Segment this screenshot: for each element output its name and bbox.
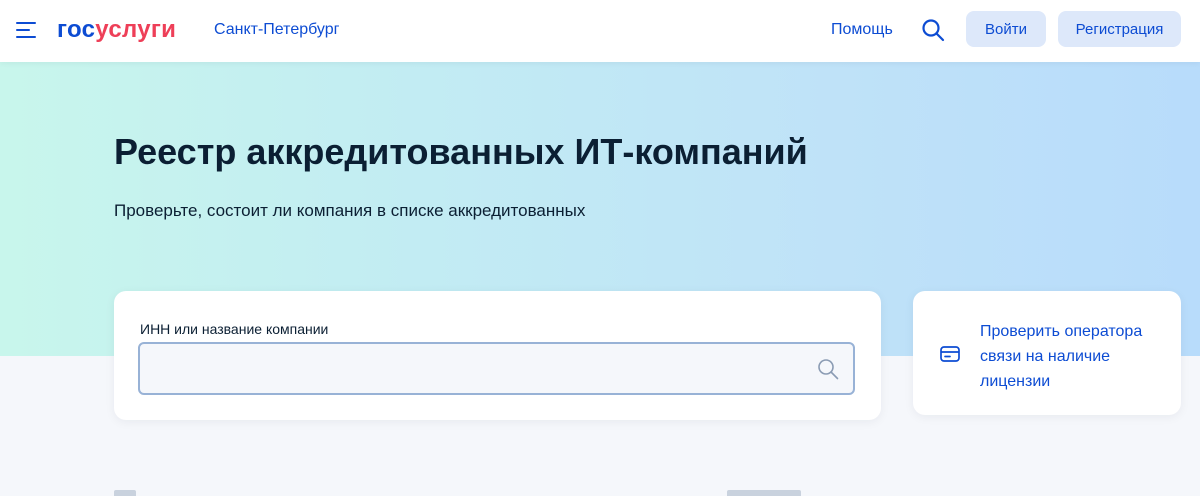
gosuslugi-logo[interactable]: госуслуги <box>57 15 176 45</box>
search-field-label: ИНН или название компании <box>140 321 329 337</box>
region-selector[interactable]: Санкт-Петербург <box>214 20 339 40</box>
logo-part-gos: гос <box>57 16 96 43</box>
help-link[interactable]: Помощь <box>831 20 893 40</box>
register-button[interactable]: Регистрация <box>1058 11 1181 47</box>
site-header: госуслуги Санкт-Петербург Помощь Войти Р… <box>0 0 1200 62</box>
search-icon[interactable] <box>817 358 839 380</box>
next-section-heading-peek <box>727 490 801 496</box>
header-search-icon[interactable] <box>921 18 945 42</box>
next-section-heading-peek <box>114 490 136 496</box>
check-operator-card[interactable]: Проверить оператора связи на наличие лиц… <box>913 291 1181 415</box>
check-operator-link[interactable]: Проверить оператора связи на наличие лиц… <box>980 319 1170 394</box>
company-search-card: ИНН или название компании <box>114 291 881 420</box>
page-subtitle: Проверьте, состоит ли компания в списке … <box>114 201 586 220</box>
login-button[interactable]: Войти <box>966 11 1046 47</box>
logo-part-uslugi: услуги <box>95 16 177 43</box>
company-search-input[interactable] <box>140 344 853 393</box>
page-title: Реестр аккредитованных ИТ-компаний <box>114 131 808 172</box>
menu-burger-icon[interactable] <box>16 22 36 39</box>
wallet-card-icon <box>940 346 960 362</box>
search-field-container[interactable] <box>138 342 855 395</box>
